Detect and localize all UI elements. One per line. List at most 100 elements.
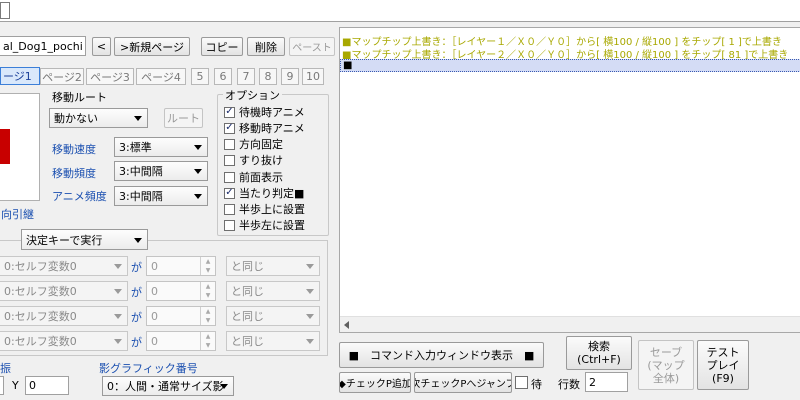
tab-page-7[interactable]: 7 <box>237 68 255 85</box>
checkbox-front-display[interactable] <box>224 171 235 183</box>
save-button-line2: (マップ <box>647 358 685 372</box>
tab-page-3[interactable]: ページ3 <box>86 68 134 85</box>
shadow-select[interactable]: 0：人間・通常サイズ影 <box>102 376 234 396</box>
spinner-buttons[interactable]: ▲ ▼ <box>200 307 215 325</box>
tab-page-4[interactable]: ページ4 <box>136 68 186 85</box>
delete-button[interactable]: 削除 <box>247 37 285 56</box>
command-window-button[interactable]: ■ コマンド入力ウィンドウ表示 ■ <box>339 342 544 368</box>
condition-value-input-3[interactable]: 0 ▲ ▼ <box>146 306 216 326</box>
top-field-edge <box>0 2 10 19</box>
checkbox-fix-direction[interactable] <box>224 138 235 150</box>
options-title: オプション <box>223 87 282 103</box>
condition-ga-label: が <box>131 311 142 324</box>
trigger-value: 決定キーで実行 <box>26 233 103 247</box>
jump-checkpoint-button[interactable]: 次チェックPへジャンプ <box>414 372 512 393</box>
option-move-anim[interactable]: ✓ 移動時アニメ <box>224 121 324 135</box>
condition-op-value: と同じ <box>231 335 264 348</box>
tab-page-1[interactable]: ージ1 <box>0 67 40 85</box>
move-freq-value: 3:中間隔 <box>119 165 163 178</box>
chevron-down-icon <box>306 314 314 319</box>
checkbox-half-left[interactable] <box>224 219 235 231</box>
option-label: 半歩上に設置 <box>239 203 305 216</box>
copy-button[interactable]: コピー <box>201 37 243 56</box>
graphic-swatch <box>0 129 10 164</box>
condition-value-input-1[interactable]: 0 ▲ ▼ <box>146 256 216 276</box>
checkbox-half-up[interactable] <box>224 203 235 215</box>
chevron-down-icon <box>114 264 122 269</box>
condition-var-select-1[interactable]: 0:セルフ変数0 <box>0 256 128 276</box>
option-half-left[interactable]: 半歩左に設置 <box>224 218 324 232</box>
horizontal-scrollbar[interactable] <box>340 316 800 332</box>
condition-op-select-2[interactable]: と同じ <box>226 281 320 301</box>
move-speed-select[interactable]: 3:標準 <box>114 137 208 157</box>
event-name-field[interactable]: al_Dog1_pochi <box>0 36 86 56</box>
spinner-buttons[interactable]: ▲ ▼ <box>200 282 215 300</box>
scroll-left-arrow-icon[interactable] <box>344 321 349 329</box>
prev-page-button[interactable]: < <box>92 37 111 56</box>
tab-page-10[interactable]: 10 <box>302 68 324 85</box>
option-half-up[interactable]: 半歩上に設置 <box>224 202 324 216</box>
tab-page-9[interactable]: 9 <box>281 68 299 85</box>
checkbox-move-anim[interactable]: ✓ <box>224 122 235 134</box>
option-fix-direction[interactable]: 方向固定 <box>224 137 324 151</box>
option-collision[interactable]: ✓ 当たり判定■ <box>224 186 324 200</box>
move-speed-label: 移動速度 <box>52 143 96 156</box>
movement-route-label: 移動ルート <box>52 91 107 104</box>
anim-freq-label: アニメ頻度 <box>52 190 107 203</box>
chevron-down-icon <box>134 116 142 121</box>
new-page-button[interactable]: >新規ページ <box>114 37 190 56</box>
test-play-line3: (F9) <box>712 371 734 385</box>
condition-var-select-3[interactable]: 0:セルフ変数0 <box>0 306 128 326</box>
checkbox-idle-anim[interactable]: ✓ <box>224 106 235 118</box>
trigger-select[interactable]: 決定キーで実行 <box>21 229 148 250</box>
add-checkpoint-button[interactable]: ◆チェックP追加 <box>339 372 411 393</box>
movement-route-value: 動かない <box>54 112 98 125</box>
direction-caption: 向引継 <box>1 208 34 221</box>
command-list[interactable]: ■マップチップ上書き：［レイヤー１／Ｘ０／Ｙ０］から[ 横100 / 縦100 … <box>339 27 800 333</box>
chevron-down-icon <box>220 384 228 389</box>
search-button-line1: 検索 <box>588 340 610 353</box>
tab-page-2[interactable]: ページ2 <box>40 68 84 85</box>
condition-value-input-2[interactable]: 0 ▲ ▼ <box>146 281 216 301</box>
tab-page-6[interactable]: 6 <box>214 68 232 85</box>
paste-button[interactable]: ペースト <box>289 37 335 56</box>
x-field-edge[interactable] <box>0 376 4 395</box>
option-label: 方向固定 <box>239 138 283 151</box>
line-count-input[interactable]: 2 <box>585 372 628 392</box>
anim-freq-select[interactable]: 3:中間隔 <box>114 186 208 206</box>
condition-var-select-4[interactable]: 0:セルフ変数0 <box>0 331 128 351</box>
move-freq-label: 移動頻度 <box>52 167 96 180</box>
command-line-3[interactable]: ■ <box>340 59 800 72</box>
save-button-line3: 全体) <box>652 371 680 385</box>
spinner-buttons[interactable]: ▲ ▼ <box>200 257 215 275</box>
condition-value-input-4[interactable]: 0 ▲ ▼ <box>146 331 216 351</box>
top-text-field[interactable] <box>0 0 800 22</box>
movement-route-select[interactable]: 動かない <box>49 108 148 128</box>
option-pass-through[interactable]: すり抜け <box>224 153 324 167</box>
tab-page-8[interactable]: 8 <box>259 68 277 85</box>
spinner-buttons[interactable]: ▲ ▼ <box>200 332 215 350</box>
checkbox-pass-through[interactable] <box>224 154 235 166</box>
condition-var-value: 0:セルフ変数0 <box>4 335 77 348</box>
condition-op-select-3[interactable]: と同じ <box>226 306 320 326</box>
condition-var-select-2[interactable]: 0:セルフ変数0 <box>0 281 128 301</box>
condition-op-select-4[interactable]: と同じ <box>226 331 320 351</box>
move-freq-select[interactable]: 3:中間隔 <box>114 161 208 181</box>
option-front-display[interactable]: 前面表示 <box>224 170 324 184</box>
condition-op-value: と同じ <box>231 310 264 323</box>
test-play-button[interactable]: テスト プレイ (F9) <box>697 340 749 390</box>
condition-op-select-1[interactable]: と同じ <box>226 256 320 276</box>
option-idle-anim[interactable]: ✓ 待機時アニメ <box>224 105 324 119</box>
condition-value: 0 <box>151 334 158 348</box>
tab-page-5[interactable]: 5 <box>191 68 209 85</box>
condition-value: 0 <box>151 259 158 273</box>
route-button[interactable]: ルート <box>164 108 203 128</box>
save-button[interactable]: セーブ (マップ 全体) <box>638 340 694 390</box>
y-input[interactable]: 0 <box>25 376 69 395</box>
search-button[interactable]: 検索 (Ctrl+F) <box>566 336 632 370</box>
chevron-down-icon <box>306 339 314 344</box>
option-label: 待機時アニメ <box>239 106 305 119</box>
checkbox-collision[interactable]: ✓ <box>224 187 235 199</box>
wait-label: 待 <box>531 378 542 391</box>
wait-checkbox[interactable] <box>515 376 528 389</box>
